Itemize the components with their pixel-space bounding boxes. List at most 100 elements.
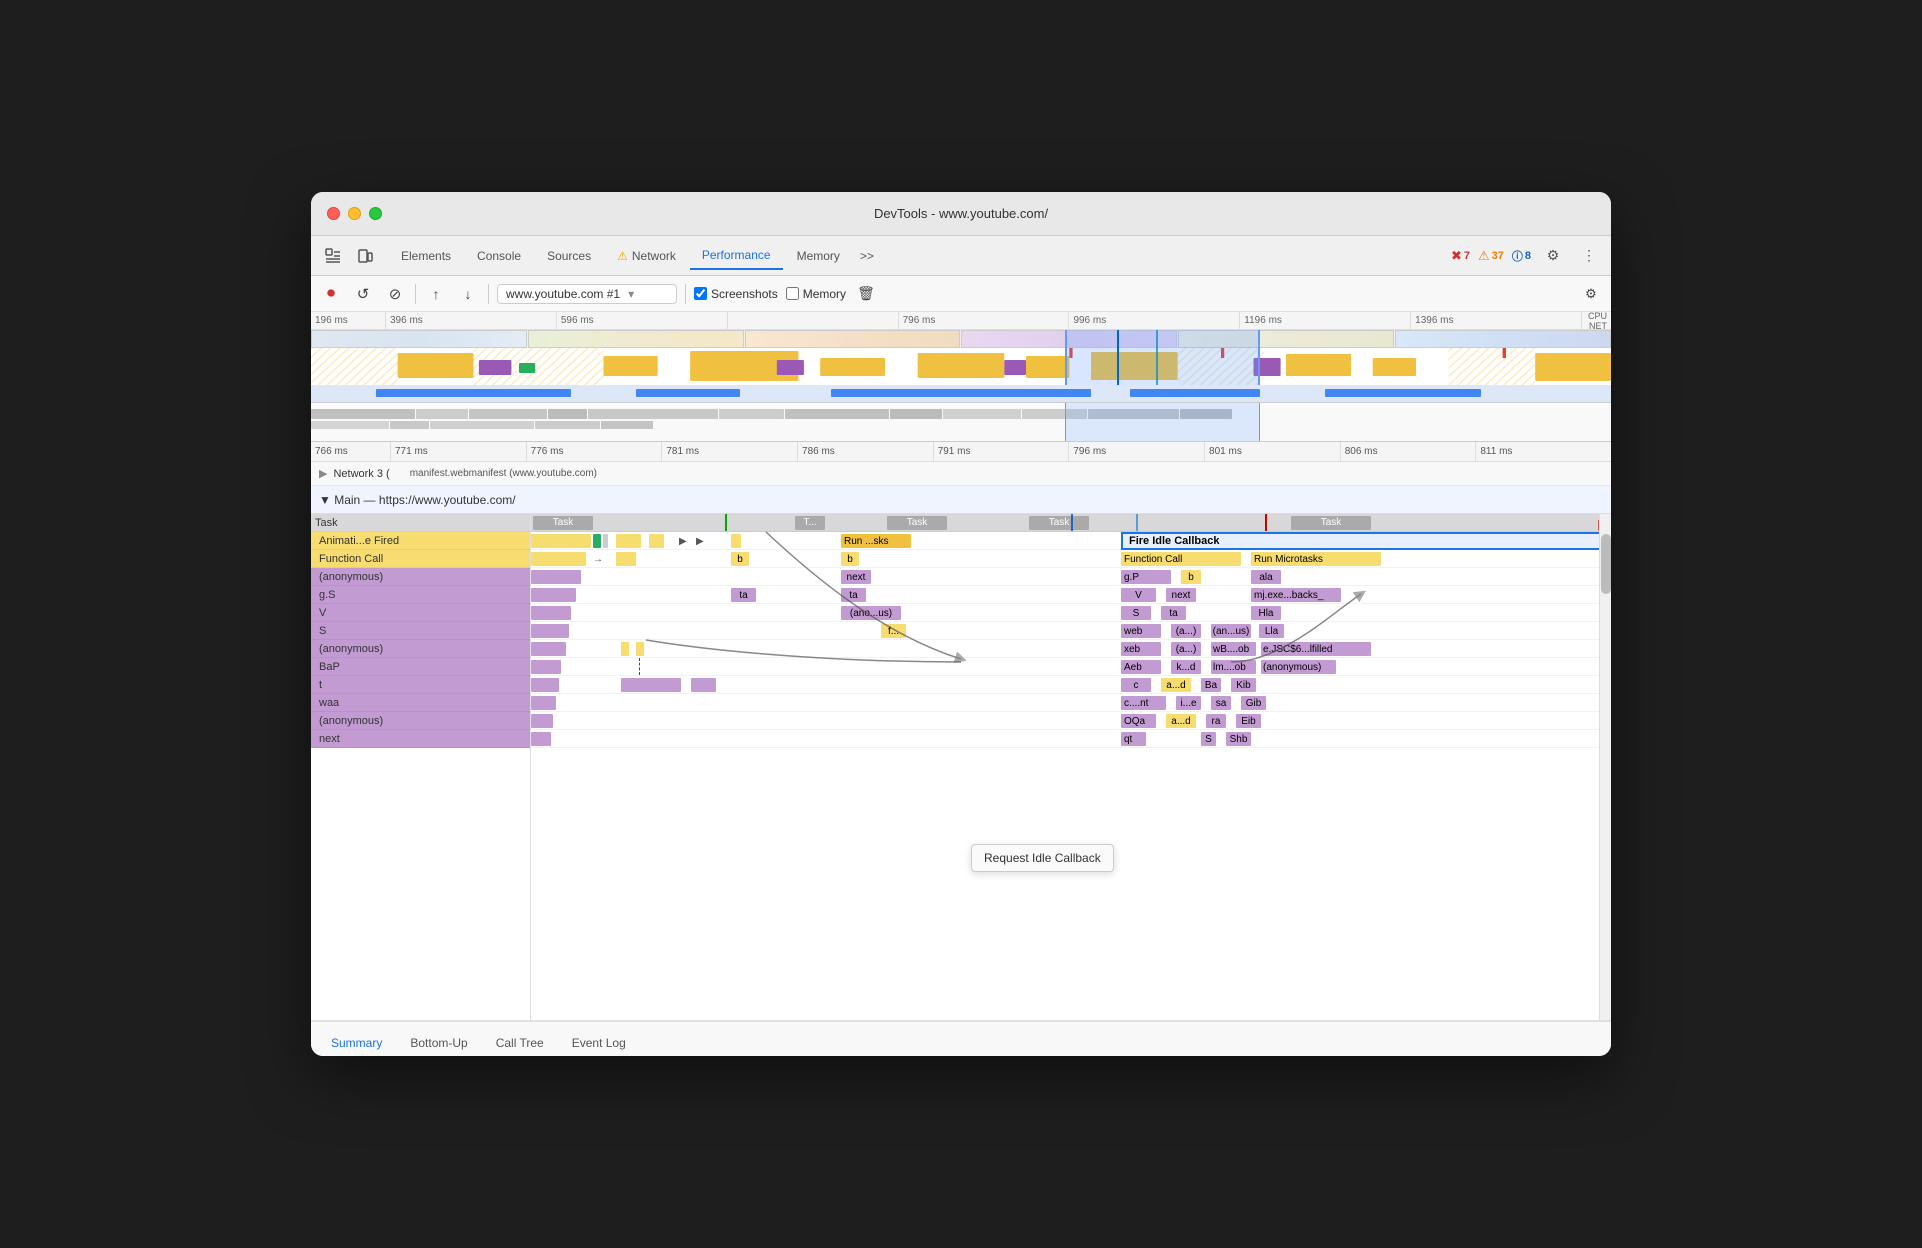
timeline-overview[interactable]: 196 ms 396 ms 596 ms 796 ms 996 ms 1196 … [311,312,1611,442]
bar-qt: qt [1121,732,1146,746]
bar-web: web [1121,624,1161,638]
bar-hla: Hla [1251,606,1281,620]
flame-selection-overlay [1065,403,1260,441]
bar-lmob: lm....ob [1211,660,1256,674]
ruler-tick-7: 1196 ms [1240,312,1411,329]
task-bar-header-4: Task [1029,516,1089,530]
label-row-10: (anonymous) [311,712,530,730]
bar-b-right: b [1181,570,1201,584]
tab-performance[interactable]: Performance [690,242,783,270]
bar-func-1 [531,552,586,566]
minimize-button[interactable] [348,207,361,220]
tab-summary[interactable]: Summary [319,1030,394,1056]
tab-sources[interactable]: Sources [535,243,603,269]
scrollbar-track[interactable] [1599,514,1611,1020]
bar-ala: ala [1251,570,1281,584]
tab-elements[interactable]: Elements [389,243,463,269]
tab-memory[interactable]: Memory [785,243,852,269]
cpu-chart-svg [311,348,1611,385]
btick-5: 786 ms [798,442,934,461]
bar-shb: Shb [1226,732,1251,746]
bar-kib: Kib [1231,678,1256,692]
btick-9: 806 ms [1341,442,1477,461]
tab-bar-icons [319,242,379,270]
manifest-label: manifest.webmanifest (www.youtube.com) [410,468,597,479]
btick-6: 791 ms [934,442,1070,461]
bar-ejsc: e.JSC$6...lfilled [1261,642,1371,656]
label-row-7: BaP [311,658,530,676]
ruler-tick-2: 396 ms [386,312,557,329]
green-cursor-line [725,514,727,531]
bar-a-2: (a...) [1171,642,1201,656]
maximize-button[interactable] [369,207,382,220]
tab-event-log[interactable]: Event Log [560,1030,638,1056]
bottom-tabs: Summary Bottom-Up Call Tree Event Log [311,1020,1611,1056]
label-row-9: waa [311,694,530,712]
bar-s-right: S [1121,606,1151,620]
func-arrow: → [593,554,603,565]
bar-anous: (ano...us) [841,606,901,620]
scrollbar-thumb[interactable] [1601,534,1611,594]
url-selector[interactable]: www.youtube.com #1 ▾ [497,284,677,304]
flame-row-6: xeb (a...) wB....ob e.JSC$6...lfilled [531,640,1611,658]
flame-row-0: ▶ ▶ Run ...sks Fire Idle Callback [531,532,1611,550]
label-row-2: (anonymous) [311,568,530,586]
bar-ad: a...d [1161,678,1191,692]
download-button[interactable]: ↓ [456,282,480,306]
bar-bap [531,660,561,674]
network-track-row[interactable]: ▶ Network 3 ( manifest.webmanifest (www.… [311,462,1611,486]
expand-icon[interactable]: ▶ [319,467,327,480]
memory-checkbox[interactable] [786,287,799,300]
task-headers-row: Task T... Task Task Task ▶ [531,514,1611,532]
close-button[interactable] [327,207,340,220]
label-row-11: next [311,730,530,748]
error-badge-red: ✖ 7 [1451,248,1470,264]
tab-bottom-up[interactable]: Bottom-Up [398,1030,479,1056]
timeline-selection[interactable] [1065,330,1260,385]
label-row-3: g.S [311,586,530,604]
performance-settings-icon[interactable]: ⚙ [1579,282,1603,306]
network-throttle-icon[interactable]: 🗑 [854,282,878,306]
bar-t-mid [621,678,681,692]
main-track-header: ▼ Main — https://www.youtube.com/ [311,486,1611,514]
main-track-label: ▼ Main — https://www.youtube.com/ [319,493,516,507]
bar-cnt: c....nt [1121,696,1166,710]
settings-icon[interactable]: ⚙ [1539,242,1567,270]
flame-bars-area[interactable]: Task T... Task Task Task ▶ [531,514,1611,1020]
bar-sm-y-2 [636,642,644,656]
task-bar-header-3: Task [887,516,947,530]
task-bar-header-2: T... [795,516,825,530]
screenshots-checkbox-label[interactable]: Screenshots [694,287,778,301]
clear-button[interactable]: ⊘ [383,282,407,306]
bar-run-sks: Run ...sks [841,534,911,548]
bar-a-1: (a...) [1171,624,1201,638]
flame-row-3: ta ta V next mj.exe...backs_ [531,586,1611,604]
tab-network[interactable]: ⚠ Network [605,243,688,269]
reload-button[interactable]: ↺ [351,282,375,306]
tab-console[interactable]: Console [465,243,533,269]
bar-y-1 [616,534,641,548]
memory-checkbox-label[interactable]: Memory [786,287,846,301]
network-track-label: Network 3 ( [333,468,389,480]
upload-button[interactable]: ↑ [424,282,448,306]
bar-s [531,624,569,638]
bar-next-end [531,732,551,746]
flame-overview [311,403,1611,441]
bar-gs [531,588,576,602]
tab-call-tree[interactable]: Call Tree [484,1030,556,1056]
btick-1: 766 ms [311,442,391,461]
inspector-icon[interactable] [319,242,347,270]
bar-sa: sa [1211,696,1231,710]
more-options-icon[interactable]: ⋮ [1575,242,1603,270]
bar-mjexe: mj.exe...backs_ [1251,588,1341,602]
red-cursor-line [1265,514,1267,531]
bar-anon-3 [531,714,553,728]
device-toggle-icon[interactable] [351,242,379,270]
record-button[interactable]: ⏺ [319,282,343,306]
more-tabs-button[interactable]: >> [854,245,880,267]
bar-gp: g.P [1121,570,1171,584]
tab-bar-right: ✖ 7 ⚠ 37 ⓘ 8 ⚙ ⋮ [1451,242,1603,270]
flame-chart-container: Task Animati...e Fired Function Call (an… [311,514,1611,1020]
bar-next-1: next [841,570,871,584]
screenshots-checkbox[interactable] [694,287,707,300]
